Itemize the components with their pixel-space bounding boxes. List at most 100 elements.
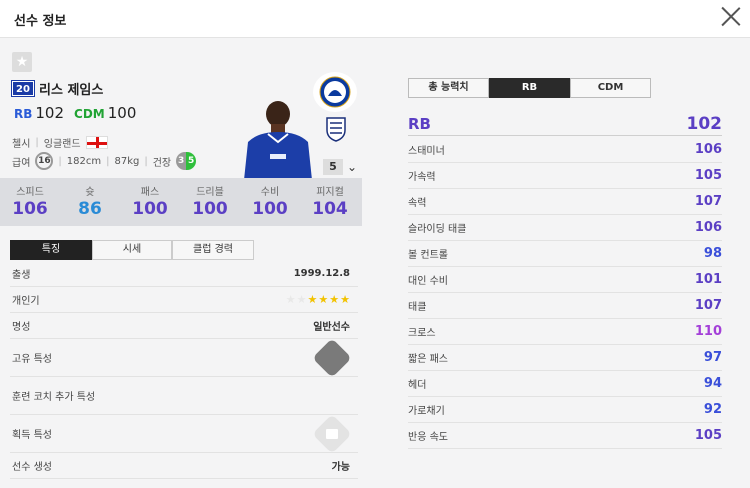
traits-list: 출생 1999.12.8 개인기 ★ ★ ★ ★ ★ ★ 명성 일반선수 고유 … — [10, 261, 358, 479]
list-item: 훈련 코치 추가 특성 — [10, 377, 358, 415]
lock-icon — [312, 413, 352, 454]
stat-passing: 패스 100 — [132, 187, 168, 219]
stat-dribbling: 드리블 100 — [192, 187, 228, 219]
weight-value: 87kg — [114, 155, 140, 167]
stat-label: 대인 수비 — [408, 276, 448, 287]
enhancement-level[interactable]: 5 — [323, 159, 343, 175]
favorite-star-icon[interactable]: ★ — [12, 52, 32, 72]
stat-label: 태클 — [408, 302, 427, 313]
star-icon: ★ — [329, 293, 340, 306]
list-item: 개인기 ★ ★ ★ ★ ★ ★ — [10, 287, 358, 313]
chelsea-badge-icon — [313, 72, 357, 112]
list-item: 볼 컨트롤 98 — [408, 241, 722, 267]
player-portrait-icon — [244, 101, 312, 180]
stat-value: 97 — [703, 350, 722, 365]
stat-value: 110 — [694, 324, 722, 339]
list-item: 획득 특성 — [10, 413, 358, 454]
list-item: 슬라이딩 태클 106 — [408, 215, 722, 241]
england-crest-icon — [326, 117, 346, 142]
close-icon[interactable] — [720, 5, 742, 27]
position-label: RB — [408, 114, 431, 133]
position-ovr-cdm: 100 — [107, 104, 137, 122]
club-name: 첼시 — [12, 139, 31, 150]
stat-label: 반응 속도 — [408, 432, 448, 443]
list-item: 속력 107 — [408, 189, 722, 215]
tab-market-price[interactable]: 시세 — [92, 240, 172, 260]
star-icon: ★ — [296, 293, 307, 306]
chevron-down-icon[interactable]: ⌄ — [347, 160, 359, 174]
right-tab-bar: 총 능력치 RB CDM — [408, 78, 651, 98]
player-create-value: 가능 — [331, 462, 350, 473]
star-icon: ★ — [340, 293, 350, 306]
position-overall-row: RB 102 — [408, 112, 722, 136]
list-item: 가로채기 92 — [408, 397, 722, 423]
list-item: 짧은 패스 97 — [408, 345, 722, 371]
star-icon: ★ — [285, 293, 296, 306]
list-item: 스태미너 106 — [408, 137, 722, 163]
club-nation-row: 첼시 | 잉글랜드 — [12, 135, 108, 150]
summary-stats-bar: 스피드 106 슛 86 패스 100 드리블 100 수비 100 피지컬 1… — [0, 178, 362, 226]
list-item: 대인 수비 101 — [408, 267, 722, 293]
stat-value: 107 — [694, 298, 722, 313]
tab-overall-stats[interactable]: 총 능력치 — [408, 78, 489, 98]
star-icon: ★ — [307, 293, 318, 306]
england-flag-icon — [85, 136, 108, 149]
height-value: 182cm — [66, 155, 102, 167]
left-foot-value: 3 — [176, 152, 187, 170]
unique-trait-icon[interactable] — [312, 337, 352, 378]
salary-label: 급여 — [12, 157, 31, 169]
title-bar: 선수 정보 — [0, 0, 750, 38]
stat-value: 105 — [694, 168, 722, 183]
position-label-rb: RB — [14, 107, 33, 121]
position-ratings: RB 102 CDM 100 — [14, 104, 136, 122]
list-item: 가속력 105 — [408, 163, 722, 189]
stat-value: 94 — [703, 376, 722, 391]
left-tab-bar: 특징 시세 클럽 경력 — [10, 240, 254, 260]
tab-cdm[interactable]: CDM — [570, 78, 651, 98]
stat-value: 105 — [694, 428, 722, 443]
stat-label: 볼 컨트롤 — [408, 250, 448, 261]
coach-trait-label: 훈련 코치 추가 특성 — [12, 392, 96, 403]
stat-label: 크로스 — [408, 328, 436, 339]
unique-trait-label: 고유 특성 — [12, 354, 52, 365]
list-item: 고유 특성 — [10, 337, 358, 378]
skill-moves-label: 개인기 — [12, 296, 40, 307]
stat-shooting: 슛 86 — [78, 187, 102, 219]
position-ovr-rb: 102 — [35, 104, 65, 122]
player-create-label: 선수 생성 — [12, 462, 52, 473]
stat-value: 106 — [694, 220, 722, 235]
stat-value: 101 — [694, 272, 722, 287]
list-item: 선수 생성 가능 — [10, 453, 358, 479]
position-stats-list: 스태미너 106 가속력 105 속력 107 슬라이딩 태클 106 볼 컨트롤 98 대인 수비… — [408, 137, 722, 449]
stat-value: 98 — [703, 246, 722, 261]
stat-value: 106 — [694, 142, 722, 157]
nation-name: 잉글랜드 — [43, 139, 81, 150]
player-name-row: 20 리스 제임스 — [11, 79, 104, 98]
star-icon: ★ — [318, 293, 329, 306]
stat-speed: 스피드 106 — [12, 187, 48, 219]
tab-rb[interactable]: RB — [489, 78, 570, 98]
weak-foot-indicator: 3 5 — [176, 152, 197, 170]
stat-physical: 피지컬 104 — [312, 187, 348, 219]
divider: | — [58, 155, 62, 167]
player-name: 리스 제임스 — [39, 83, 104, 98]
birth-value: 1999.12.8 — [293, 268, 350, 279]
fame-value: 일반선수 — [313, 322, 350, 333]
list-item: 헤더 94 — [408, 371, 722, 397]
stat-label: 가로채기 — [408, 406, 445, 417]
position-overall-value: 102 — [686, 113, 723, 134]
acquired-trait-label: 획득 특성 — [12, 430, 52, 441]
stat-value: 92 — [703, 402, 722, 417]
stat-value: 107 — [694, 194, 722, 209]
divider: | — [35, 137, 39, 148]
tab-club-history[interactable]: 클럽 경력 — [172, 240, 254, 260]
stat-label: 헤더 — [408, 380, 427, 391]
divider: | — [144, 155, 148, 167]
stat-label: 슬라이딩 태클 — [408, 224, 467, 235]
list-item: 크로스 110 — [408, 319, 722, 345]
right-foot-value: 5 — [186, 152, 197, 170]
stat-label: 속력 — [408, 198, 427, 209]
skill-moves-stars: ★ ★ ★ ★ ★ ★ — [286, 293, 358, 306]
stat-defending: 수비 100 — [252, 187, 288, 219]
tab-traits[interactable]: 특징 — [10, 240, 92, 260]
